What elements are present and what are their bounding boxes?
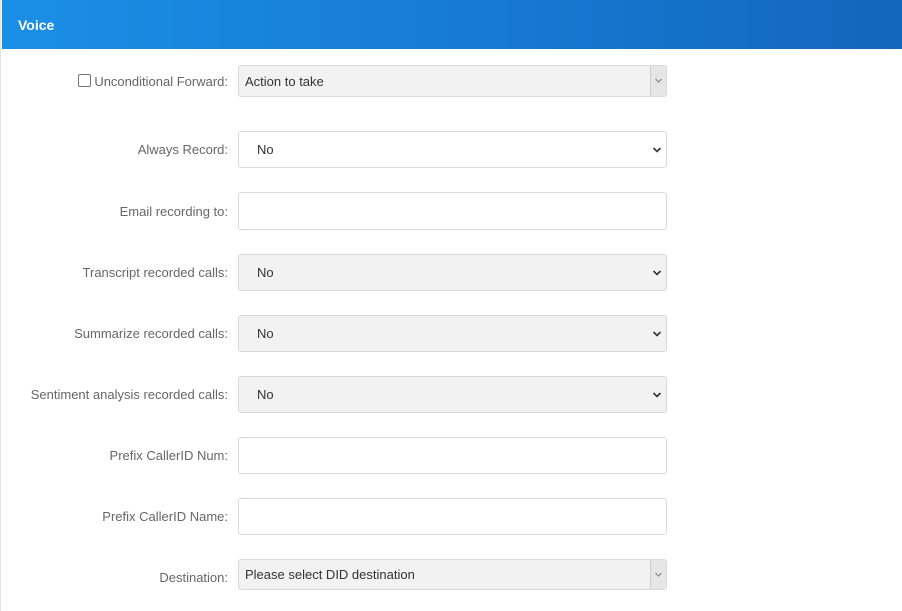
row-sentiment: Sentiment analysis recorded calls: No (1, 376, 902, 413)
email-recording-input[interactable] (238, 192, 667, 230)
destination-value: Please select DID destination (245, 567, 415, 582)
transcript-value: No (257, 265, 274, 280)
chevron-down-icon (652, 392, 662, 398)
chevron-down-icon (652, 270, 662, 276)
row-transcript: Transcript recorded calls: No (1, 254, 902, 291)
row-always-record: Always Record: No (1, 131, 902, 168)
chevron-down-icon (655, 78, 662, 83)
unconditional-forward-select[interactable]: Action to take (238, 65, 667, 97)
combo-dropdown-button[interactable] (650, 560, 666, 589)
transcript-select[interactable]: No (238, 254, 667, 291)
summarize-value: No (257, 326, 274, 341)
unconditional-forward-checkbox[interactable] (78, 74, 92, 87)
row-destination: Destination: Please select DID destinati… (1, 559, 902, 590)
row-prefix-num: Prefix CallerID Num: (1, 437, 902, 474)
prefix-num-input[interactable] (238, 437, 667, 474)
row-prefix-name: Prefix CallerID Name: (1, 498, 902, 535)
chevron-down-icon (652, 147, 662, 153)
prefix-num-label: Prefix CallerID Num: (109, 448, 228, 463)
summarize-select[interactable]: No (238, 315, 667, 352)
panel-header: Voice (2, 0, 902, 49)
unconditional-forward-value: Action to take (245, 74, 324, 89)
destination-label: Destination: (159, 570, 228, 585)
unconditional-forward-label: Unconditional Forward: (0, 74, 228, 89)
voice-panel: Voice Unconditional Forward: Action to t… (0, 0, 902, 611)
destination-select[interactable]: Please select DID destination (238, 559, 667, 590)
chevron-down-icon (655, 572, 662, 577)
always-record-select[interactable]: No (238, 131, 667, 168)
chevron-down-icon (652, 331, 662, 337)
row-email-recording: Email recording to: (1, 192, 902, 230)
prefix-name-input[interactable] (238, 498, 667, 535)
summarize-label: Summarize recorded calls: (74, 326, 228, 341)
always-record-label: Always Record: (137, 142, 228, 157)
email-recording-label: Email recording to: (119, 204, 228, 219)
sentiment-value: No (257, 387, 274, 402)
sentiment-label: Sentiment analysis recorded calls: (30, 387, 228, 402)
prefix-name-label: Prefix CallerID Name: (102, 509, 228, 524)
panel-title: Voice (18, 17, 55, 33)
row-summarize: Summarize recorded calls: No (1, 315, 902, 352)
transcript-label: Transcript recorded calls: (82, 265, 228, 280)
combo-dropdown-button[interactable] (650, 66, 666, 96)
sentiment-select[interactable]: No (238, 376, 667, 413)
always-record-value: No (257, 142, 274, 157)
row-unconditional-forward: Unconditional Forward: Action to take (1, 65, 902, 97)
